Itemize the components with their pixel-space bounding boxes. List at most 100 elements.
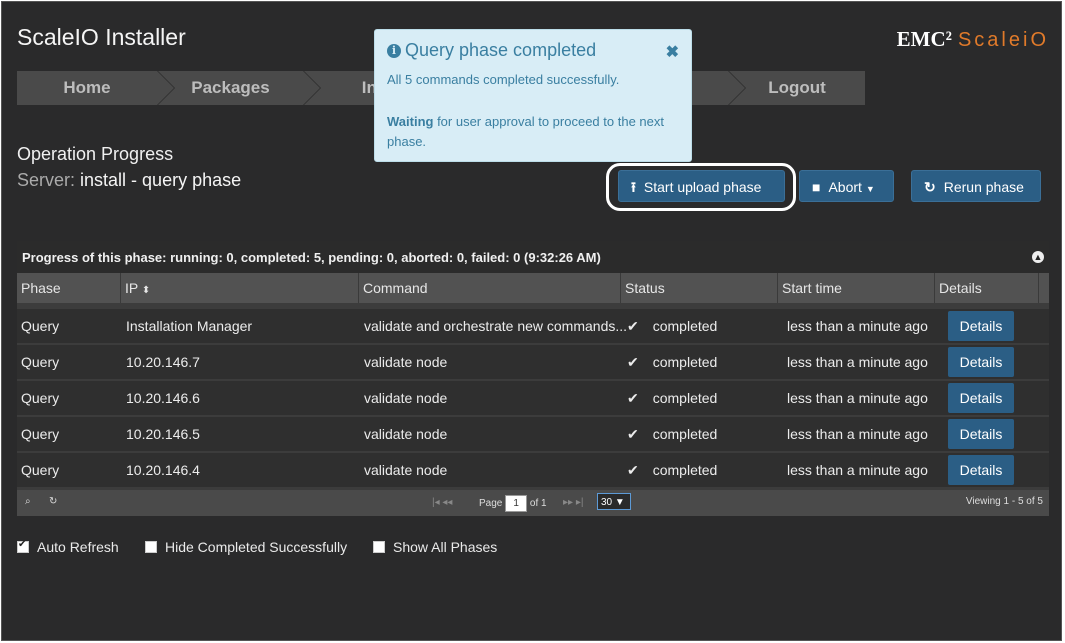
nav-home[interactable]: Home <box>17 71 174 105</box>
info-icon: i <box>387 44 401 58</box>
popup-title: i Query phase completed <box>387 40 596 61</box>
col-start-time[interactable]: Start time <box>778 273 935 303</box>
check-icon: ✔ <box>627 390 639 406</box>
cell-command: validate node <box>364 390 448 406</box>
popup-title-text: Query phase completed <box>405 40 597 60</box>
table-row: Query 10.20.146.6 validate node less than a… <box>17 381 1049 415</box>
col-ip[interactable]: IP ⬍ <box>121 273 359 303</box>
app-title: ScaleIO Installer <box>17 24 186 50</box>
viewing-count: Viewing 1 - 5 of 5 <box>965 496 1043 507</box>
page-input[interactable]: 1 <box>505 495 528 512</box>
cell-command: validate node <box>364 354 448 370</box>
col-phase[interactable]: Phase <box>17 273 121 303</box>
abort-label: Abort <box>828 179 862 195</box>
start-upload-phase-button[interactable]: ⭱ Start upload phase <box>618 170 785 202</box>
abort-button[interactable]: ■ Abort ▼ <box>799 170 894 202</box>
rerun-label: Rerun phase <box>943 179 1024 195</box>
query-phase-popup: i Query phase completed ✖ All 5 commands … <box>374 29 692 162</box>
cell-start-time: less than a minute ago <box>787 390 928 406</box>
page-size-select[interactable]: 30 ▼ <box>597 493 631 510</box>
cell-ip: 10.20.146.4 <box>126 462 200 478</box>
show-all-phases-checkbox[interactable]: Show All Phases <box>373 539 497 555</box>
col-command[interactable]: Command <box>359 273 621 303</box>
checkbox-checked-icon[interactable] <box>17 539 29 553</box>
check-icon: ✔ <box>627 318 639 334</box>
sort-icon: ⬍ <box>141 285 151 296</box>
page-size-value: 30 <box>601 497 613 508</box>
status-text: completed <box>652 318 718 334</box>
details-button[interactable]: Details <box>948 347 1014 377</box>
cell-phase: Query <box>21 354 60 370</box>
details-button[interactable]: Details <box>948 383 1014 413</box>
status-text: completed <box>652 462 718 478</box>
grid-column-headers: Phase IP ⬍ Command Status Start time Det… <box>17 273 1049 303</box>
popup-message: All 5 commands completed successfully. <box>387 72 620 87</box>
operation-server: Server: install - query phase <box>17 170 241 191</box>
caret-down-icon: ▼ <box>865 184 875 194</box>
cell-command: validate and orchestrate new commands... <box>364 318 626 334</box>
upload-icon: ⭱ <box>631 179 636 195</box>
check-icon: ✔ <box>627 354 639 370</box>
details-button[interactable]: Details <box>948 455 1014 485</box>
details-button[interactable]: Details <box>948 419 1014 449</box>
cell-ip: 10.20.146.7 <box>126 354 200 370</box>
status-text: completed <box>652 426 718 442</box>
next-page-icon[interactable]: ▸▸ ▸| <box>563 497 583 508</box>
page-control: Page 1 of 1 <box>479 495 547 512</box>
brand-logo: EMC² ScaleiO <box>897 27 1049 52</box>
server-label: Server: <box>17 170 76 190</box>
cell-phase: Query <box>21 390 60 406</box>
popup-waiting: Waiting for user approval to proceed to … <box>387 112 677 152</box>
auto-refresh-checkbox[interactable]: Auto Refresh <box>17 539 119 555</box>
start-upload-label: Start upload phase <box>643 179 762 195</box>
refresh-icon[interactable]: ↻ <box>49 496 57 507</box>
cell-ip: Installation Manager <box>126 318 253 334</box>
checkbox-icon[interactable] <box>145 541 157 553</box>
cell-phase: Query <box>21 318 60 334</box>
nav-packages[interactable]: Packages <box>158 71 320 105</box>
cell-phase: Query <box>21 426 60 442</box>
search-icon[interactable]: ⌕ <box>25 496 31 507</box>
cell-start-time: less than a minute ago <box>787 462 928 478</box>
rerun-phase-button[interactable]: ↻ Rerun phase <box>911 170 1041 202</box>
hide-completed-label: Hide Completed Successfully <box>165 539 348 555</box>
check-icon: ✔ <box>627 462 639 478</box>
popup-waiting-bold: Waiting <box>387 114 434 129</box>
collapse-icon[interactable]: ▲ <box>1032 251 1044 263</box>
nav-logout-label: Logout <box>768 78 826 97</box>
cell-command: validate node <box>364 426 448 442</box>
cell-status: ✔ completed <box>627 381 717 415</box>
checkbox-icon[interactable] <box>373 541 385 553</box>
cell-start-time: less than a minute ago <box>787 426 928 442</box>
col-details[interactable]: Details <box>935 273 1039 303</box>
progress-grid: Progress of this phase: running: 0, comp… <box>17 241 1049 516</box>
first-page-icon[interactable]: |◂ ◂◂ <box>432 497 452 508</box>
nav-packages-label: Packages <box>191 78 270 97</box>
installer-window: ScaleIO Installer EMC² ScaleiO Home Packa… <box>1 1 1062 641</box>
status-text: completed <box>652 390 718 406</box>
page-of-label: of 1 <box>529 498 547 509</box>
close-icon[interactable]: ✖ <box>666 42 679 62</box>
page-label: Page <box>479 498 503 509</box>
cell-phase: Query <box>21 462 60 478</box>
details-button[interactable]: Details <box>948 311 1014 341</box>
cell-status: ✔ completed <box>627 453 717 487</box>
cell-start-time: less than a minute ago <box>787 354 928 370</box>
cell-start-time: less than a minute ago <box>787 318 928 334</box>
table-row: Query 10.20.146.7 validate node less than a… <box>17 345 1049 379</box>
table-row: Query 10.20.146.5 validate node less than a… <box>17 417 1049 451</box>
scaleio-logo: ScaleiO <box>957 29 1049 51</box>
check-icon: ✔ <box>627 426 639 442</box>
cell-command: validate node <box>364 462 448 478</box>
grid-caption-bar: Progress of this phase: running: 0, comp… <box>17 241 1049 273</box>
hide-completed-checkbox[interactable]: Hide Completed Successfully <box>145 539 347 555</box>
status-text: completed <box>652 354 718 370</box>
table-row: Query 10.20.146.4 validate node less than a… <box>17 453 1049 487</box>
nav-home-label: Home <box>63 78 111 97</box>
stop-icon: ■ <box>812 179 821 195</box>
col-status[interactable]: Status <box>621 273 778 303</box>
grid-caption: Progress of this phase: running: 0, comp… <box>22 250 601 265</box>
emc-logo: EMC² <box>896 27 952 51</box>
nav-logout[interactable]: Logout <box>729 71 865 105</box>
cell-status: ✔ completed <box>627 309 717 343</box>
